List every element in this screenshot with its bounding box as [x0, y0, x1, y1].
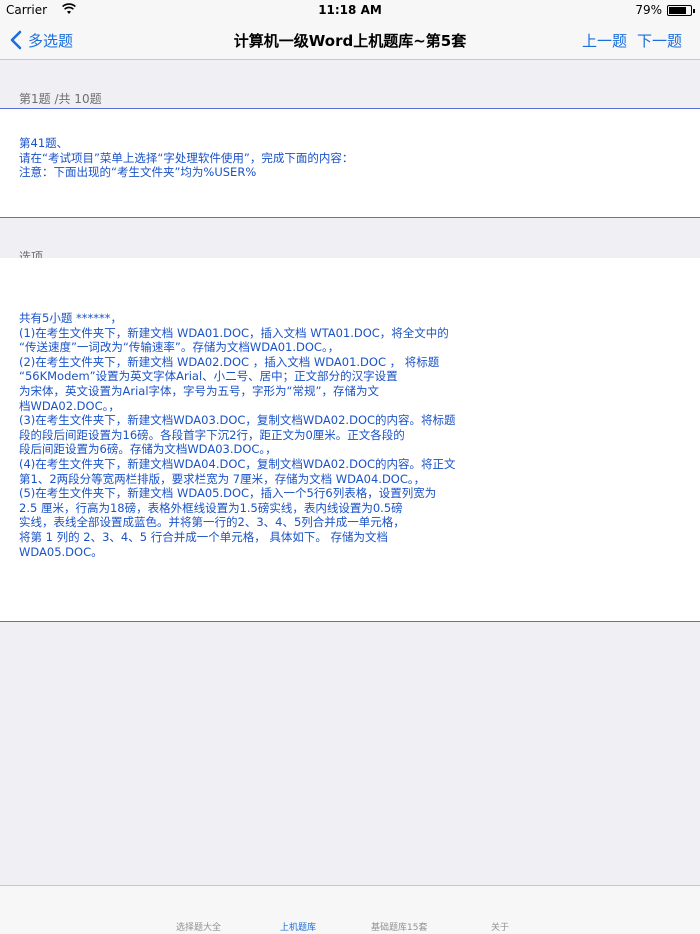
option-line: (2)在考生文件夹下，新建文档 WDA02.DOC ，插入文档 WDA01.DO… [19, 354, 440, 369]
nav-right-actions: 上一题 下一题 [582, 30, 682, 51]
option-line: 共有5小题 ******， [19, 311, 122, 325]
option-line: 档WDA02.DOC。， [19, 398, 120, 413]
option-line: WDA05.DOC。 [19, 544, 103, 559]
status-time: 11:18 AM [318, 3, 382, 17]
tab-about[interactable]: 关于 [491, 920, 509, 933]
option-line: 实线，表线全部设置成蓝色。并将第一行的2、3、4、5列合并成一单元格， [19, 515, 405, 530]
next-question-button[interactable]: 下一题 [637, 30, 682, 51]
question-panel: 第41题、 请在“考试项目”菜单上选择“字处理软件使用”，完成下面的内容： 注意… [0, 109, 700, 218]
option-line: “56KModem”设置为英文字体Arial、小二号、居中；正文部分的汉字设置 [19, 369, 398, 384]
question-line: 请在“考试项目”菜单上选择“字处理软件使用”，完成下面的内容： [19, 150, 354, 165]
page-title: 计算机一级Word上机题库~第5套 [233, 32, 467, 50]
battery-percentage: 79% [635, 3, 662, 17]
question-counter: 第1题 /共 10题 [19, 92, 102, 106]
tab-computer-exam[interactable]: 上机题库 [280, 920, 316, 933]
option-line: 段的段后间距设置为16磅。各段首字下沉2行，距正文为0厘米。正文各段的 [19, 427, 405, 442]
question-counter-header: 第1题 /共 10题 [0, 60, 700, 109]
navigation-bar: 多选题 计算机一级Word上机题库~第5套 上一题 下一题 [0, 20, 700, 60]
option-line: (1)在考生文件夹下，新建文档 WDA01.DOC，插入文档 WTA01.DOC… [19, 325, 449, 340]
option-line: 为宋体，英文设置为Arial字体，字号为五号，字形为“常规”，存储为文 [19, 383, 379, 398]
option-line: (5)在考生文件夹下，新建文档 WDA05.DOC，插入一个5行6列表格，设置列… [19, 486, 437, 501]
option-line: 段后间距设置为6磅。存储为文档WDA03.DOC。， [19, 442, 277, 457]
back-button-label: 多选题 [28, 31, 74, 50]
option-line: “传送速度”一词改为“传输速率”。存储为文档WDA01.DOC。， [19, 340, 340, 355]
option-line: (3)在考生文件夹下，新建文档WDA03.DOC，复制文档WDA02.DOC的内… [19, 413, 456, 428]
battery-icon [667, 5, 695, 16]
chevron-left-icon [10, 30, 22, 50]
question-line: 第41题、 [19, 136, 69, 150]
tab-choice-questions[interactable]: 选择题大全 [176, 920, 221, 933]
tab-bar: 选择题大全 上机题库 基础题库15套 关于 [0, 885, 700, 934]
tab-basic-question-bank[interactable]: 基础题库15套 [371, 920, 427, 933]
option-line: 第1、2两段分等宽两栏排版，要求栏宽为 7厘米，存储为文档 WDA04.DOC。… [19, 471, 426, 486]
option-line: (4)在考生文件夹下，新建文档WDA04.DOC，复制文档WDA02.DOC的内… [19, 456, 456, 471]
question-text: 第41题、 请在“考试项目”菜单上选择“字处理软件使用”，完成下面的内容： 注意… [19, 136, 680, 180]
previous-question-button[interactable]: 上一题 [582, 30, 627, 51]
option-line: 2.5 厘米，行高为18磅，表格外框线设置为1.5磅实线，表内线设置为0.5磅 [19, 500, 403, 515]
options-text: 共有5小题 ******， (1)在考生文件夹下，新建文档 WDA01.DOC，… [19, 311, 480, 559]
options-panel: 共有5小题 ******， (1)在考生文件夹下，新建文档 WDA01.DOC，… [0, 258, 700, 622]
status-bar: Carrier 11:18 AM 79% [0, 0, 700, 20]
option-line: 将第 1 列的 2、3、4、5 行合并成一个单元格， 具体如下。 存储为文档 [19, 529, 389, 544]
back-button[interactable]: 多选题 [10, 28, 73, 52]
question-line: 注意：下面出现的“考生文件夹”均为%USER% [19, 165, 257, 180]
